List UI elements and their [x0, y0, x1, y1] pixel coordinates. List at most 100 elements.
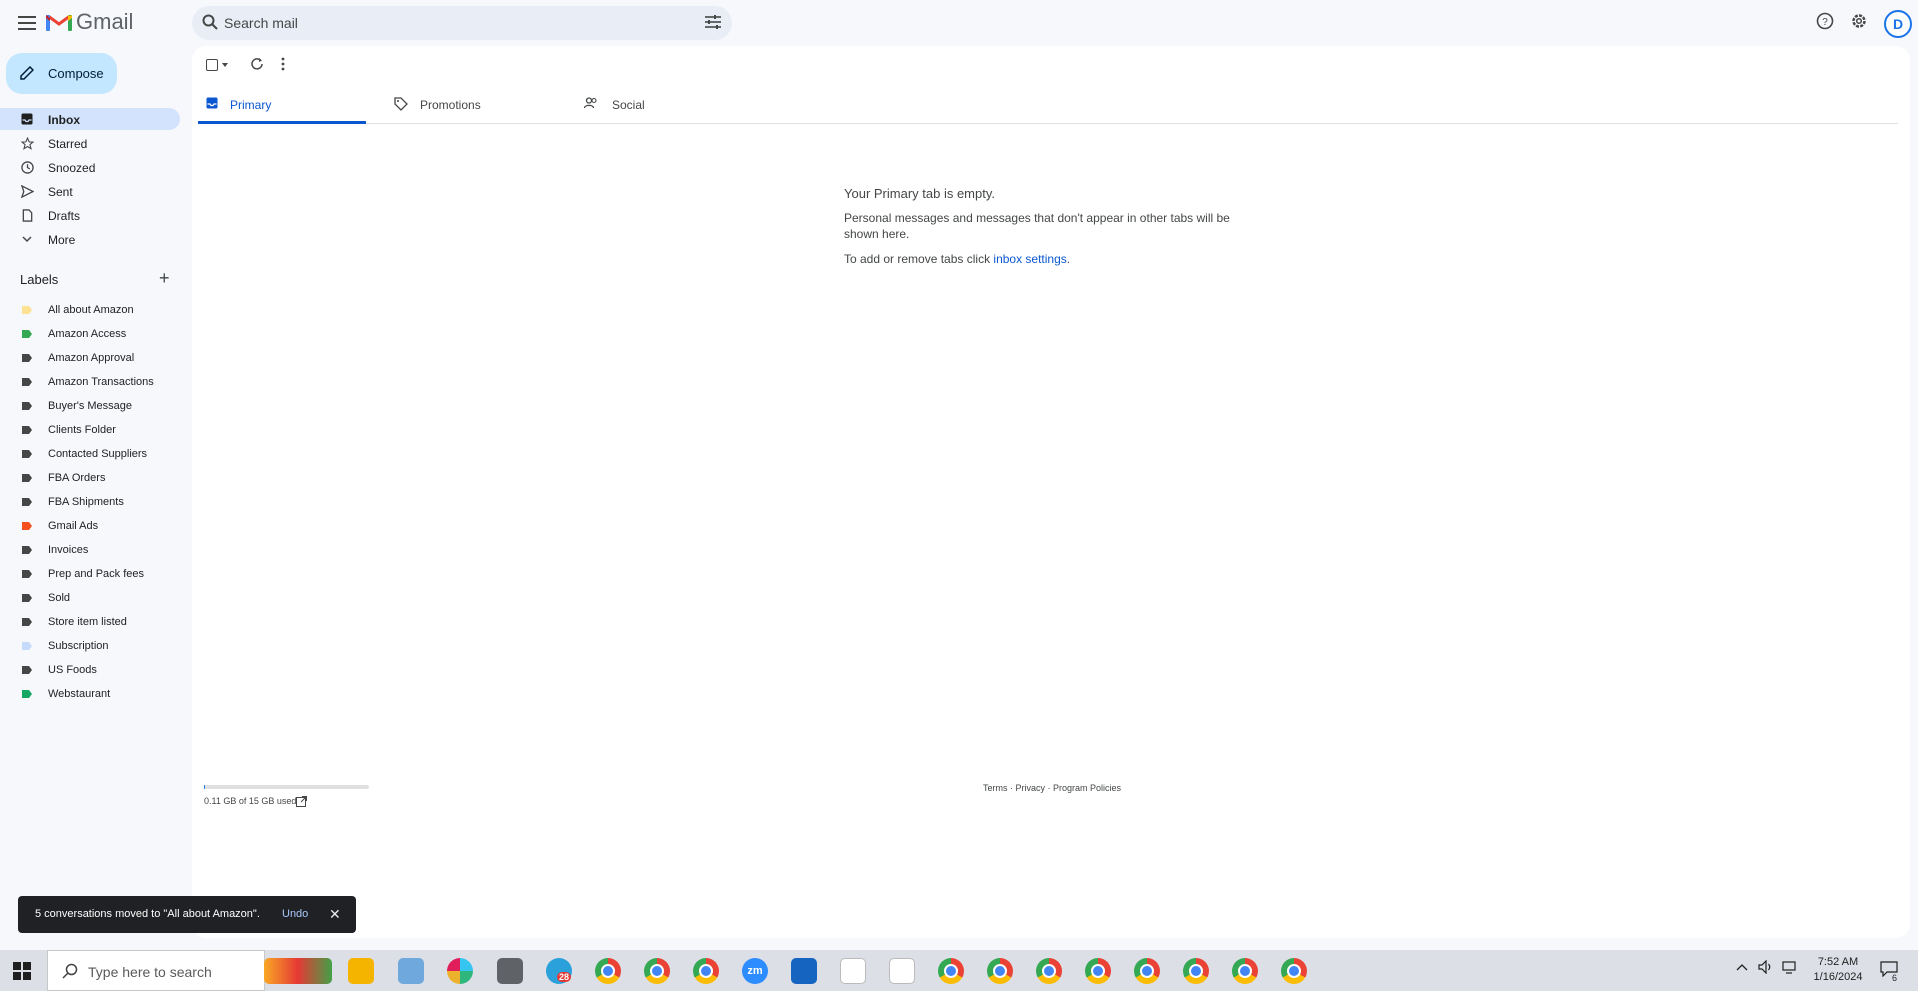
search-options-icon[interactable]	[704, 14, 722, 35]
chevron-up-icon[interactable]	[1736, 962, 1748, 974]
volume-icon[interactable]	[1758, 959, 1774, 977]
search-input[interactable]	[224, 13, 664, 33]
chrome-profile-icon[interactable]	[693, 958, 719, 984]
network-icon[interactable]	[1782, 960, 1798, 977]
label-item[interactable]: All about Amazon	[0, 300, 180, 320]
windows-start-icon[interactable]	[13, 962, 31, 985]
search-icon[interactable]	[202, 14, 218, 35]
open-in-new-icon[interactable]	[296, 794, 307, 812]
sidebar-item-label: More	[48, 233, 76, 247]
account-avatar[interactable]: D	[1884, 10, 1912, 38]
app-title: Gmail	[76, 9, 134, 34]
label-item[interactable]: Amazon Approval	[0, 348, 180, 368]
settings-gear-icon[interactable]	[1850, 12, 1868, 35]
chrome-profile-icon[interactable]	[1036, 958, 1062, 984]
notepad-icon[interactable]	[398, 958, 424, 984]
label-name: All about Amazon	[48, 304, 134, 316]
tag-icon	[394, 97, 408, 114]
refresh-icon[interactable]	[250, 57, 264, 76]
footer-links[interactable]: Terms · Privacy · Program Policies	[983, 783, 1121, 793]
more-vert-icon[interactable]	[280, 57, 286, 76]
chrome-profile-icon[interactable]	[1281, 958, 1307, 984]
select-all-checkbox[interactable]	[206, 59, 218, 71]
label-tag-icon	[22, 498, 32, 506]
chart-app-icon[interactable]	[840, 958, 866, 984]
sidebar-item-sent[interactable]: Sent	[0, 180, 180, 202]
search-bar[interactable]	[192, 6, 732, 40]
label-item[interactable]: Webstaurant	[0, 684, 180, 704]
chrome-profile-icon[interactable]	[1134, 958, 1160, 984]
close-icon[interactable]: ✕	[329, 906, 341, 923]
chrome-profile-icon[interactable]	[1085, 958, 1111, 984]
file-explorer-icon[interactable]	[348, 958, 374, 984]
label-tag-icon	[22, 570, 32, 578]
tab-social[interactable]: Social	[576, 86, 756, 124]
telegram-icon[interactable]: 28	[546, 958, 572, 984]
label-item[interactable]: Gmail Ads	[0, 516, 180, 536]
compose-button[interactable]: Compose	[6, 53, 117, 94]
inbox-settings-link[interactable]: inbox settings	[993, 252, 1066, 266]
chrome-profile-icon[interactable]	[1183, 958, 1209, 984]
sidebar-item-inbox[interactable]: Inbox	[0, 108, 180, 130]
zoom-icon[interactable]: zm	[742, 958, 768, 984]
chrome-icon[interactable]	[1232, 958, 1258, 984]
label-item[interactable]: Clients Folder	[0, 420, 180, 440]
label-item[interactable]: Subscription	[0, 636, 180, 656]
label-item[interactable]: Contacted Suppliers	[0, 444, 180, 464]
label-tag-icon	[22, 426, 32, 434]
label-name: Invoices	[48, 544, 89, 556]
label-tag-icon	[22, 618, 32, 626]
chrome-profile-icon[interactable]	[644, 958, 670, 984]
sidebar-item-label: Inbox	[48, 113, 80, 127]
chrome-profile-icon[interactable]	[987, 958, 1013, 984]
label-item[interactable]: Store item listed	[0, 612, 180, 632]
snackbar-message: 5 conversations moved to "All about Amaz…	[35, 908, 260, 920]
label-name: Amazon Access	[48, 328, 127, 340]
sidebar-item-drafts[interactable]: Drafts	[0, 204, 180, 226]
chart-app-icon[interactable]	[889, 958, 915, 984]
main-menu-icon[interactable]	[15, 11, 39, 35]
tab-label: Primary	[230, 98, 272, 112]
label-name: Prep and Pack fees	[48, 568, 145, 580]
label-name: Clients Folder	[48, 424, 116, 436]
storage-usage-text: 0.11 GB of 15 GB used	[204, 796, 297, 806]
label-item[interactable]: Amazon Transactions	[0, 372, 180, 392]
undo-button[interactable]: Undo	[282, 908, 308, 920]
label-item[interactable]: Buyer's Message	[0, 396, 180, 416]
gmail-logo[interactable]: Gmail	[46, 9, 133, 35]
calculator-icon[interactable]	[497, 958, 523, 984]
inbox-icon	[206, 97, 218, 112]
empty-state: Your Primary tab is empty. Personal mess…	[844, 186, 1264, 276]
peppers-widget-icon[interactable]	[264, 958, 332, 984]
label-item[interactable]: Invoices	[0, 540, 180, 560]
label-item[interactable]: Prep and Pack fees	[0, 564, 180, 584]
select-dropdown-icon[interactable]	[222, 63, 228, 67]
label-name: Sold	[48, 592, 71, 604]
settings-suffix: .	[1066, 252, 1071, 266]
storage-meter	[204, 785, 369, 789]
label-tag-icon	[22, 522, 32, 530]
chrome-profile-icon[interactable]	[938, 958, 964, 984]
top-bar: Gmail ? D	[0, 0, 1918, 46]
help-icon[interactable]: ?	[1816, 12, 1834, 35]
label-item[interactable]: Sold	[0, 588, 180, 608]
label-name: Buyer's Message	[48, 400, 133, 412]
slack-icon[interactable]	[447, 958, 473, 984]
tab-primary[interactable]: Primary	[198, 86, 366, 124]
label-item[interactable]: US Foods	[0, 660, 180, 680]
add-label-icon[interactable]: +	[159, 269, 170, 287]
taskbar-clock[interactable]: 7:52 AM 1/16/2024	[1810, 955, 1866, 985]
svg-text:?: ?	[1822, 17, 1828, 28]
chrome-icon[interactable]	[595, 958, 621, 984]
taskbar-search-input[interactable]	[88, 962, 248, 982]
tab-promotions[interactable]: Promotions	[386, 86, 566, 124]
taskbar-search[interactable]	[47, 950, 265, 991]
label-item[interactable]: Amazon Access	[0, 324, 180, 344]
label-item[interactable]: FBA Orders	[0, 468, 180, 488]
sidebar-item-more[interactable]: More	[0, 228, 180, 250]
sidebar-item-snoozed[interactable]: Snoozed	[0, 156, 180, 178]
r-app-icon[interactable]	[791, 958, 817, 984]
sidebar-item-starred[interactable]: Starred	[0, 132, 180, 154]
label-item[interactable]: FBA Shipments	[0, 492, 180, 512]
empty-settings-line: To add or remove tabs click inbox settin…	[844, 251, 1264, 267]
